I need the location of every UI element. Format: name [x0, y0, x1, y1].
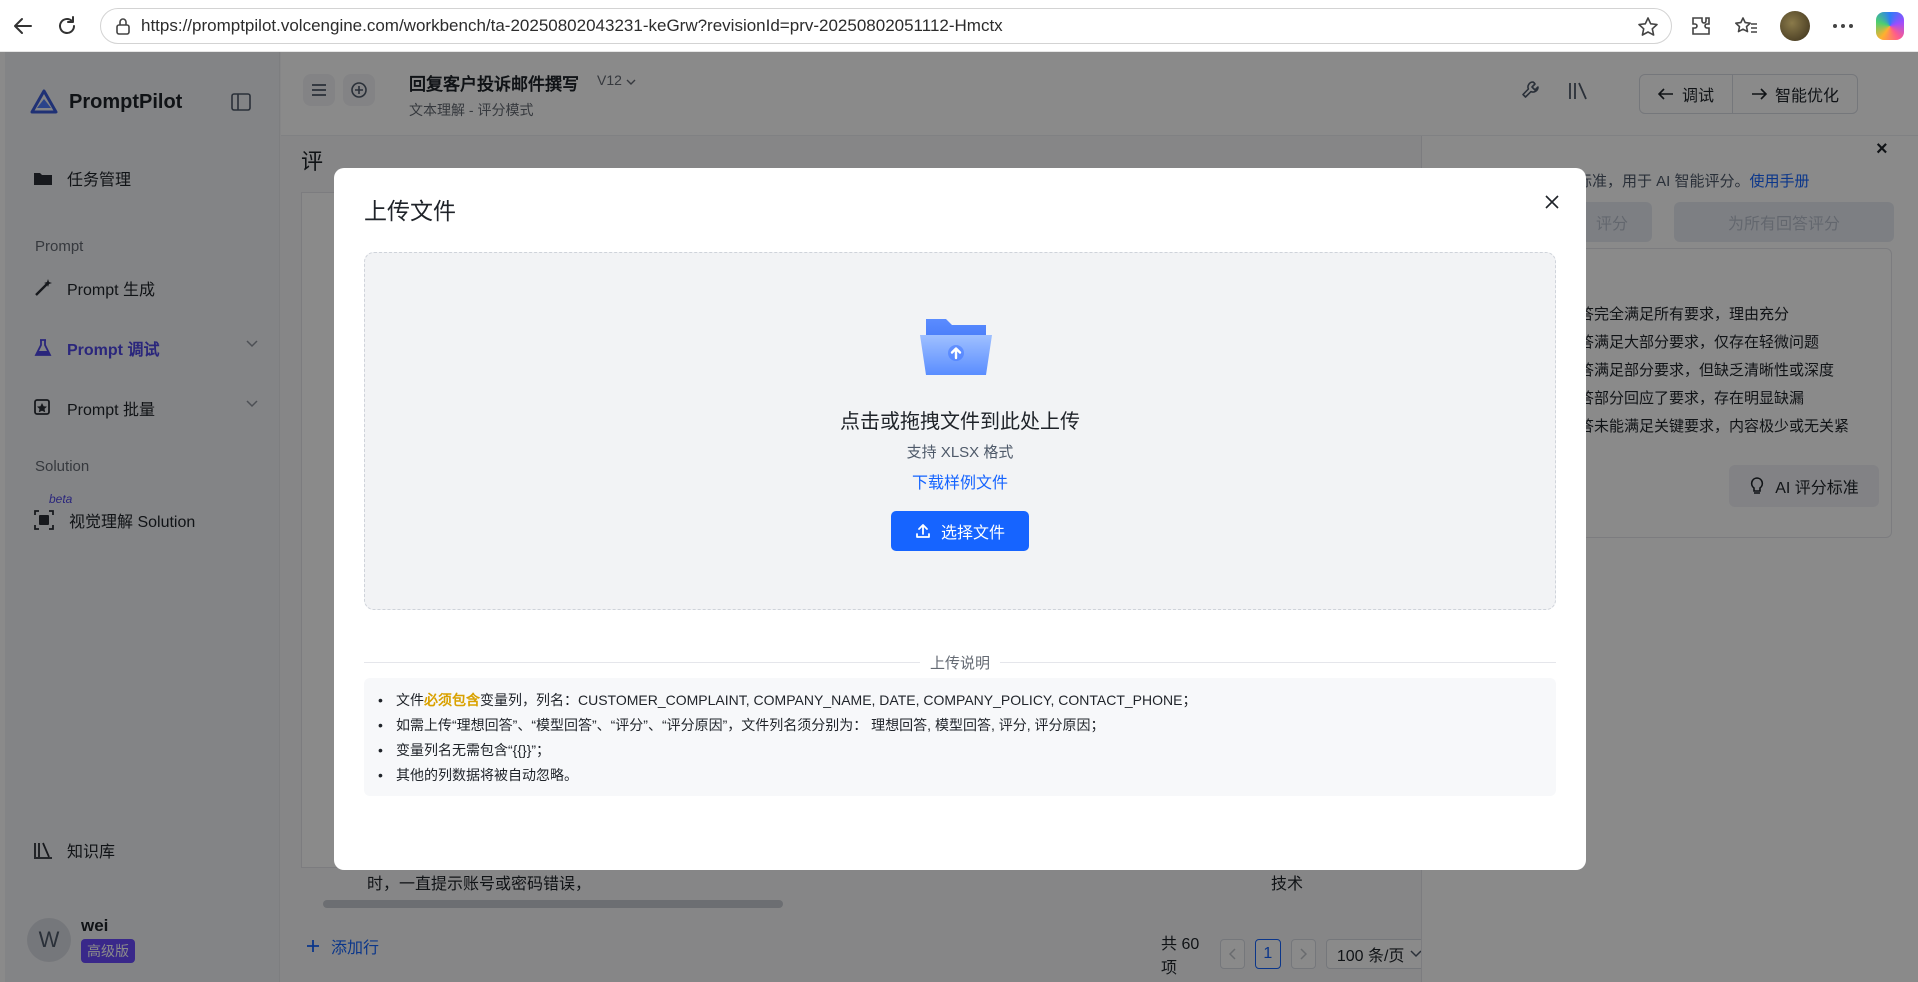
select-file-button[interactable]: 选择文件 — [891, 511, 1029, 551]
upload-notes-list: 文件必须包含变量列，列名：CUSTOMER_COMPLAINT, COMPANY… — [364, 678, 1556, 796]
close-icon — [1545, 195, 1559, 209]
copilot-icon[interactable] — [1876, 12, 1904, 40]
divider-line — [1000, 662, 1556, 663]
note-highlight: 必须包含 — [424, 692, 480, 708]
upload-icon — [916, 524, 930, 538]
favorites-icon[interactable] — [1734, 15, 1758, 37]
upload-file-dialog: 上传文件 点击或拖拽文件到此处上传 支持 XLSX 格式 下载样例文件 选择文件… — [334, 168, 1586, 870]
profile-avatar[interactable] — [1780, 11, 1810, 41]
upload-folder-icon — [920, 319, 992, 375]
file-dropzone[interactable]: 点击或拖拽文件到此处上传 支持 XLSX 格式 下载样例文件 选择文件 — [364, 252, 1556, 610]
extensions-icon[interactable] — [1690, 15, 1712, 37]
dropzone-format-hint: 支持 XLSX 格式 — [906, 444, 1014, 461]
dropzone-title: 点击或拖拽文件到此处上传 — [840, 411, 1080, 433]
upload-notes-divider: 上传说明 — [364, 652, 1556, 672]
note-text: 变量列，列名：CUSTOMER_COMPLAINT, COMPANY_NAME,… — [480, 692, 1197, 708]
note-item: 如需上传“理想回答”、“模型回答”、“评分”、“评分原因”，文件列名须分别为： … — [378, 713, 1556, 738]
dialog-close-button[interactable] — [1538, 188, 1566, 216]
more-icon[interactable] — [1832, 23, 1854, 29]
dialog-title: 上传文件 — [364, 198, 456, 224]
reload-icon — [59, 15, 75, 34]
reload-button[interactable] — [54, 13, 80, 39]
back-button[interactable] — [10, 13, 36, 39]
note-item: 其他的列数据将被自动忽略。 — [378, 763, 1556, 788]
back-arrow-icon — [14, 17, 32, 34]
select-file-label: 选择文件 — [940, 525, 1005, 542]
note-item: 变量列名无需包含“{{}}”； — [378, 738, 1556, 763]
note-item: 文件必须包含变量列，列名：CUSTOMER_COMPLAINT, COMPANY… — [378, 688, 1556, 713]
star-icon[interactable] — [1637, 16, 1659, 38]
browser-actions — [1690, 8, 1918, 44]
url-text: https://promptpilot.volcengine.com/workb… — [141, 16, 1003, 35]
lock-icon — [116, 18, 130, 35]
address-bar[interactable]: https://promptpilot.volcengine.com/workb… — [100, 8, 1672, 44]
note-text: 文件 — [396, 692, 424, 708]
download-sample-link[interactable]: 下载样例文件 — [365, 469, 1555, 493]
browser-toolbar: https://promptpilot.volcengine.com/workb… — [0, 0, 1918, 52]
